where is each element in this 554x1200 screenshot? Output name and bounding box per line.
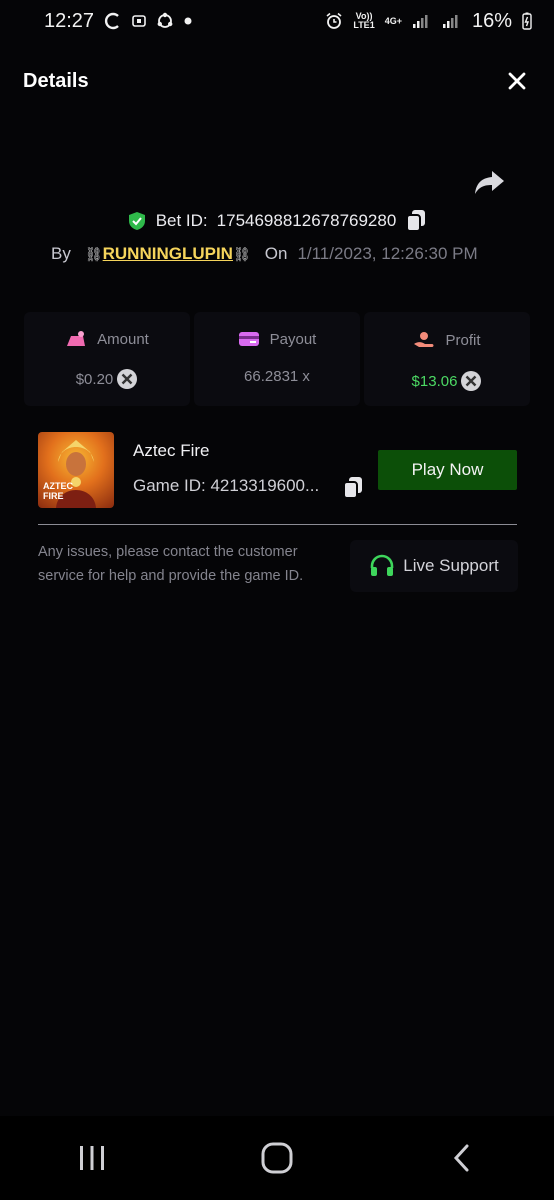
recent-apps-button[interactable] — [62, 1128, 122, 1188]
verified-shield-icon — [128, 212, 145, 230]
notification-app-icon — [132, 14, 146, 28]
username-link[interactable]: RUNNINGLUPIN — [103, 244, 233, 264]
bet-datetime: 1/11/2023, 12:26:30 PM — [297, 244, 478, 263]
thumb-title-line1: AZTEC — [43, 481, 73, 491]
bet-id-label: Bet ID: — [155, 211, 208, 230]
amount-icon — [67, 331, 86, 346]
copy-icon — [406, 210, 426, 232]
profit-value: $13.06 — [411, 372, 458, 390]
battery-percent: 16% — [471, 9, 512, 32]
game-thumbnail[interactable]: AZTEC FIRE — [38, 432, 114, 508]
bet-id-value: 1754698812678769280 — [216, 211, 397, 230]
signal-icon — [412, 13, 432, 29]
copy-icon — [343, 477, 362, 499]
game-thumbnail-art: AZTEC FIRE — [43, 440, 96, 508]
live-support-label: Live Support — [403, 556, 499, 575]
share-network-icon — [156, 12, 174, 30]
home-icon — [261, 1142, 293, 1174]
header: Details — [0, 56, 554, 106]
signal-2-icon — [442, 13, 462, 29]
profit-label: Profit — [445, 331, 481, 349]
currency-coin-icon — [117, 369, 138, 389]
headset-icon — [370, 554, 394, 576]
network-type: 4G+ — [384, 15, 402, 26]
chain-icon-right: ⛓ — [232, 245, 251, 262]
share-button[interactable] — [472, 168, 506, 198]
volte-indicator: Vo)) LTE1 — [353, 11, 375, 30]
play-now-button[interactable]: Play Now — [378, 450, 517, 490]
clock: 12:27 — [44, 9, 95, 32]
recent-apps-icon — [80, 1146, 105, 1170]
payout-card: Payout 66.2831 x — [194, 312, 360, 406]
live-support-button[interactable]: Live Support — [350, 540, 518, 592]
dot-icon — [184, 17, 192, 25]
by-label: By — [51, 244, 71, 263]
on-label: On — [264, 244, 288, 263]
payout-card-icon — [238, 332, 259, 346]
profit-card: Profit $13.06 — [364, 312, 530, 406]
bet-meta-row: By ⛓ RUNNINGLUPIN ⛓ On 1/11/2023, 12:26:… — [51, 240, 478, 268]
home-button[interactable] — [247, 1128, 307, 1188]
amount-card: Amount $0.20 — [24, 312, 190, 406]
close-button[interactable] — [504, 68, 530, 94]
game-id: Game ID: 4213319600... — [133, 476, 320, 495]
divider — [38, 524, 517, 525]
alarm-icon — [325, 12, 343, 30]
amount-label: Amount — [97, 330, 149, 348]
game-name: Aztec Fire — [133, 441, 210, 460]
share-arrow-icon — [475, 171, 504, 194]
status-bar: 12:27 Vo)) LTE1 4G+ 16% — [0, 0, 554, 42]
bet-id-row: Bet ID: 1754698812678769280 — [0, 206, 554, 236]
system-nav-bar — [0, 1116, 554, 1200]
thumb-title-line2: FIRE — [43, 491, 64, 501]
battery-icon — [522, 12, 532, 30]
sync-icon — [104, 12, 122, 30]
back-button[interactable] — [432, 1128, 492, 1188]
back-icon — [453, 1144, 469, 1172]
currency-coin-icon — [461, 371, 482, 391]
copy-bet-id-button[interactable] — [405, 209, 427, 233]
profit-icon — [414, 332, 434, 347]
payout-value: 66.2831 x — [244, 368, 310, 385]
bet-stats: Amount $0.20 Payout 66.2831 x Profit $13… — [24, 312, 530, 406]
amount-value: $0.20 — [75, 370, 114, 388]
support-message: Any issues, please contact the customer … — [38, 544, 304, 584]
payout-label: Payout — [269, 330, 317, 348]
page-title: Details — [23, 69, 89, 92]
chain-icon-left: ⛓ — [84, 245, 103, 262]
game-row: AZTEC FIRE Aztec Fire Game ID: 421331960… — [38, 432, 518, 508]
close-icon — [508, 72, 526, 90]
copy-game-id-button[interactable] — [342, 476, 364, 500]
